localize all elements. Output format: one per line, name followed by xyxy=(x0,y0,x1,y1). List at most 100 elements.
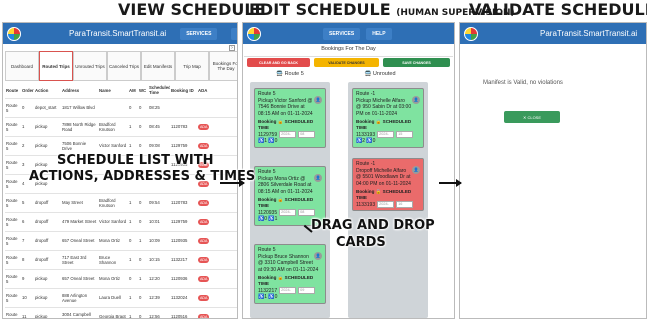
cell-name: Bruce Shannon xyxy=(98,250,128,270)
tab-dashboard[interactable]: Dashboard xyxy=(5,51,39,81)
tab-bookings-for-the-day[interactable]: Bookings For The Day xyxy=(209,51,237,81)
cell-booking: 1120935 xyxy=(170,231,197,251)
tab-routed-trips[interactable]: Routed Trips xyxy=(39,51,73,81)
cell-booking: 1132024 xyxy=(170,288,197,308)
validate-changes-button[interactable]: VALIDATE CHANGES xyxy=(314,58,379,67)
tab-canceled-trips[interactable]: Canceled Trips xyxy=(107,51,141,81)
card-line: PM on 01-11-2024 xyxy=(356,110,398,117)
cell-address: May Street xyxy=(61,193,98,213)
date-field[interactable]: 2024- xyxy=(279,130,297,138)
clear-and-go-back-button[interactable]: CLEAR AND GO BACK xyxy=(247,58,310,67)
booking-card[interactable]: Route 5 Pickup Mona Ortiz @2806 Silverdal… xyxy=(254,166,326,226)
route-column[interactable]: Route 5 Pickup Victor Sanford @7546 Bonni… xyxy=(250,82,330,318)
validate-button-label: VALIDATE CHANGES xyxy=(328,60,365,65)
cell-route: Route 5 xyxy=(5,98,21,118)
cell-ada: ADA xyxy=(197,307,237,318)
save-changes-button[interactable]: SAVE CHANGES xyxy=(383,58,450,67)
cell-address: 3004 Campbell Street xyxy=(61,307,98,318)
unrouted-tab[interactable]: 🚍 Unrouted xyxy=(340,71,420,77)
date-field[interactable]: 2024- xyxy=(377,130,395,138)
cell-am: 1 xyxy=(128,117,138,137)
date-field[interactable]: 2024- xyxy=(377,200,395,208)
time-field[interactable]: 08 xyxy=(298,130,316,138)
date-field[interactable]: 2024- xyxy=(279,286,297,294)
booking-card[interactable]: Route 5 Pickup Victor Sanford @7546 Bonni… xyxy=(254,88,326,148)
cell-action: dropoff xyxy=(34,231,61,251)
table-row[interactable]: Route 5 0 depot_start 1817 Willow Blvd 0 0 08:… xyxy=(5,98,237,118)
cell-route: Route 5 xyxy=(5,231,21,251)
ada-button[interactable]: ADA xyxy=(198,294,210,301)
close-button-label: CLOSE xyxy=(527,114,542,120)
cell-address: 888 Arlington Avenue xyxy=(61,288,98,308)
cell-address: 657 Oneal Street xyxy=(61,231,98,251)
table-row[interactable]: Route 5 5 dropoff May Street Bradford Knutso… xyxy=(5,193,237,213)
column-header: ADA xyxy=(197,83,237,99)
cell-ada: ADA xyxy=(197,250,237,270)
ada-button[interactable]: ADA xyxy=(198,218,210,225)
help-button[interactable]: HELP xyxy=(366,27,392,40)
column-header: AM xyxy=(128,83,138,99)
tab-trip-map[interactable]: Trip Map xyxy=(175,51,209,81)
cell-name: Mona Ortiz xyxy=(98,231,128,251)
view-tabs: Dashboard Routed Trips Unrouted Trips Cance… xyxy=(5,51,237,81)
cell-time: 10:01 xyxy=(148,212,170,232)
booking-card[interactable]: Route -1 Dropoff Michelle Alfaro @ 5501 Wo… xyxy=(352,158,424,212)
app-logo-icon[interactable] xyxy=(464,26,478,41)
cell-route: Route 5 xyxy=(5,193,21,213)
ada-button[interactable]: ADA xyxy=(198,275,210,282)
bookings-header: Bookings For The Day xyxy=(321,46,376,52)
app-logo-icon[interactable] xyxy=(247,26,261,41)
ada-button[interactable]: ADA xyxy=(198,237,210,244)
unrouted-column[interactable]: Route -1 Pickup Michelle Alfaro @ 950 Sabi… xyxy=(348,82,428,318)
ada-button[interactable]: ADA xyxy=(198,313,210,318)
screenshot-root: VIEW SCHEDULE EDIT SCHEDULE (HUMAN SUPER… xyxy=(0,0,647,320)
tab-edit-manifests[interactable]: Edit Manifests xyxy=(141,51,175,81)
time-field[interactable]: 09 xyxy=(298,286,316,294)
column-header: WC xyxy=(138,83,148,99)
table-header-row: Route Order Action Address Name AM WC Scheduled… xyxy=(5,83,237,99)
cell-name: Georgia Bragt xyxy=(98,307,128,318)
services-button[interactable]: SERVICES xyxy=(180,27,218,40)
booking-card[interactable]: Route -1 Pickup Michelle Alfaro @ 950 Sabi… xyxy=(352,88,424,148)
close-button[interactable]: ✕ CLOSE xyxy=(504,111,560,123)
app-logo-icon[interactable] xyxy=(7,26,21,41)
time-field[interactable]: 15 xyxy=(396,130,414,138)
tab-unrouted-trips[interactable]: Unrouted Trips xyxy=(73,51,107,81)
booking-card[interactable]: Route 5 Pickup Bruce Shannon @ 3310 Campbe… xyxy=(254,244,326,304)
arrow-to-validate-icon xyxy=(439,179,462,187)
cell-booking: 1120783 xyxy=(170,117,197,137)
cell-am: 1 xyxy=(128,250,138,270)
services-button[interactable]: SERVICES xyxy=(323,27,361,40)
ada-button[interactable]: ADA xyxy=(198,142,210,149)
time-field[interactable]: 08 xyxy=(298,208,316,216)
cell-ada: ADA xyxy=(197,269,237,289)
cell-ada: ADA xyxy=(197,193,237,213)
cell-address: 7898 North Ridge Road xyxy=(61,117,98,137)
ada-button[interactable]: ADA xyxy=(198,256,210,263)
table-row[interactable]: Route 5 10 pickup 888 Arlington Avenue Laura… xyxy=(5,288,237,308)
cell-time: 08:25 xyxy=(148,98,170,118)
table-row[interactable]: Route 5 11 pickup 3004 Campbell Street Georg… xyxy=(5,307,237,318)
cell-ada: ADA xyxy=(197,231,237,251)
table-row[interactable]: Route 5 9 pickup 657 Oneal Street Mona Ortiz… xyxy=(5,269,237,289)
lock-icon: 🔒 xyxy=(375,189,383,194)
cell-route: Route 5 xyxy=(5,288,21,308)
validation-message: Manifest is Valid, no violations xyxy=(483,80,563,86)
table-row[interactable]: Route 5 8 dropoff 717 East 3rd Street Bruce … xyxy=(5,250,237,270)
cell-time: 12:39 xyxy=(148,288,170,308)
date-field[interactable]: 2024- xyxy=(279,208,297,216)
help-button[interactable]: HELP xyxy=(231,27,237,40)
cell-am: 1 xyxy=(128,288,138,308)
column-header: Booking ID xyxy=(170,83,197,99)
ada-button[interactable]: ADA xyxy=(198,199,210,206)
app-bar: ParaTransit.SmartTransit.ai SERVICES HEL… xyxy=(3,23,237,44)
table-row[interactable]: Route 5 6 dropoff 479 Market Street Victor S… xyxy=(5,212,237,232)
route-tab[interactable]: 🚍 Route 5 xyxy=(250,71,330,77)
cell-route: Route 5 xyxy=(5,174,21,194)
table-row[interactable]: Route 5 7 dropoff 657 Oneal Street Mona Orti… xyxy=(5,231,237,251)
time-field[interactable]: 16 xyxy=(396,200,414,208)
heading-edit-title: EDIT SCHEDULE xyxy=(249,0,391,19)
ada-button[interactable]: ADA xyxy=(198,123,210,130)
table-row[interactable]: Route 5 1 pickup 7898 North Ridge Road Bradf… xyxy=(5,117,237,137)
app-bar: SERVICES HELP xyxy=(243,23,454,44)
